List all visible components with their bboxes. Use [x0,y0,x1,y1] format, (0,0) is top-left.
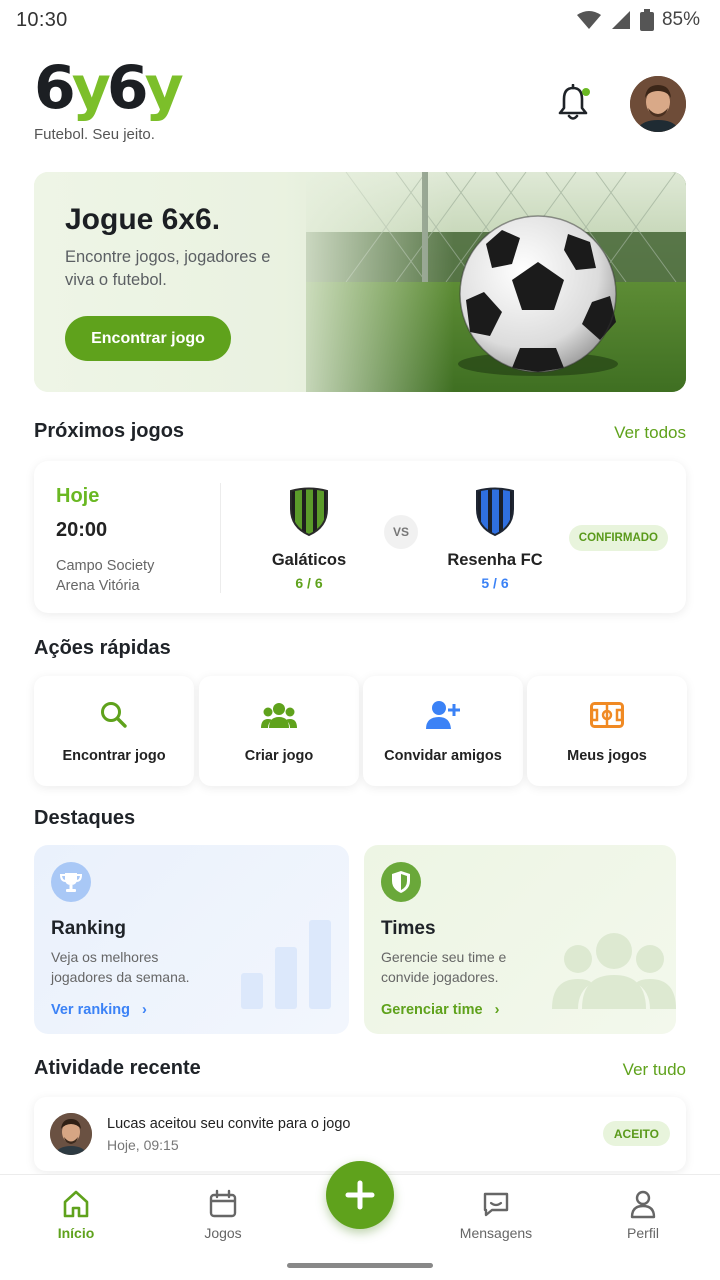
nav-home[interactable]: Início [26,1189,126,1241]
battery-level: 85% [661,9,700,30]
quick-action-invite-friends[interactable]: Convidar amigos [363,676,523,786]
battery-icon [639,9,654,31]
calendar-icon [209,1189,237,1218]
quick-action-find-game[interactable]: Encontrar jogo [34,676,194,786]
activity-item[interactable]: Lucas aceitou seu convite para o jogo Ho… [34,1097,686,1171]
create-button[interactable] [326,1161,394,1229]
user-avatar[interactable] [630,76,686,132]
message-icon [483,1192,509,1217]
search-icon [96,700,132,730]
activity-text: Lucas aceitou seu convite para o jogo [107,1116,351,1132]
quick-action-label: Criar jogo [244,748,314,764]
activity-time: Hoje, 09:15 [107,1137,179,1153]
highlights-title: Destaques [34,807,136,829]
quick-action-label: Meus jogos [567,748,647,764]
quick-action-label: Encontrar jogo [62,748,166,764]
quick-action-my-games[interactable]: Meus jogos [527,676,687,786]
trophy-icon [51,862,91,902]
home-team-name: Galáticos [271,551,347,569]
bar-chart-decoration [241,920,331,1009]
quick-action-create-game[interactable]: Criar jogo [199,676,359,786]
shield-icon [381,862,421,902]
activity-title: Atividade recente [34,1057,201,1079]
manage-team-link[interactable]: Gerenciar time › [381,1002,499,1018]
away-team: Resenha FC 5 / 6 [420,487,570,591]
away-team-name: Resenha FC [447,551,543,569]
see-ranking-link[interactable]: Ver ranking › [51,1002,147,1018]
status-time: 10:30 [16,8,68,31]
signal-icon [611,11,630,29]
ranking-card[interactable]: Ranking Veja os melhores jogadores da se… [34,845,349,1034]
profile-icon [630,1190,656,1219]
group-icon [261,700,297,730]
tagline: Futebol. Seu jeito. [34,126,155,143]
nav-games[interactable]: Jogos [173,1189,273,1241]
match-day: Hoje [56,485,100,507]
ranking-title: Ranking [51,918,126,939]
add-user-icon [425,700,461,730]
nav-messages[interactable]: Mensagens [446,1189,546,1241]
blue-shield-icon [476,487,514,537]
quick-action-label: Convidar amigos [384,748,502,764]
teams-description: Gerencie seu time e convide jogadores. [381,949,507,985]
chevron-right-icon: › [142,1002,147,1018]
match-status-badge: CONFIRMADO [568,525,668,551]
nav-profile[interactable]: Perfil [593,1189,693,1241]
home-team-count: 6 / 6 [295,575,323,591]
home-icon [63,1190,89,1218]
avatar-portrait [630,76,686,132]
see-all-activity-link[interactable]: Ver tudo [623,1060,686,1080]
field-icon [589,700,625,730]
chevron-right-icon: › [494,1002,500,1018]
green-shield-icon [290,487,328,537]
hero-banner: Jogue 6x6. Encontre jogos, jogadores e v… [34,172,686,392]
match-time: 20:00 [56,519,108,541]
app-header: 6y6y Futebol. Seu jeito. [34,56,686,152]
quick-actions-title: Ações rápidas [34,637,171,659]
people-decoration [552,933,676,1009]
see-all-link[interactable]: Ver todos [614,423,686,443]
accepted-badge: ACEITO [602,1121,670,1146]
wifi-icon [576,11,601,29]
ranking-description: Veja os melhores jogadores da semana. [51,949,190,985]
match-venue: Campo Society Arena Vitória [56,558,155,594]
status-bar: 10:30 85% [0,0,720,40]
hero-subtitle: Encontre jogos, jogadores e viva o futeb… [65,248,271,289]
upcoming-title: Próximos jogos [34,420,185,442]
friend-avatar [50,1113,92,1155]
vs-badge: VS [384,515,418,549]
status-icons: 85% [576,9,700,31]
teams-title: Times [381,918,436,939]
match-card[interactable]: Hoje 20:00 Campo Society Arena Vitória G… [34,461,686,613]
plus-icon [345,1180,375,1210]
notification-dot [582,88,590,96]
find-game-button[interactable]: Encontrar jogo [65,316,231,361]
home-indicator [287,1263,433,1268]
away-team-count: 5 / 6 [481,575,509,591]
home-team: Galáticos 6 / 6 [234,487,384,591]
divider [220,483,221,593]
notifications-button[interactable] [556,83,592,124]
hero-title: Jogue 6x6. [65,203,221,236]
teams-card[interactable]: Times Gerencie seu time e convide jogado… [364,845,676,1034]
